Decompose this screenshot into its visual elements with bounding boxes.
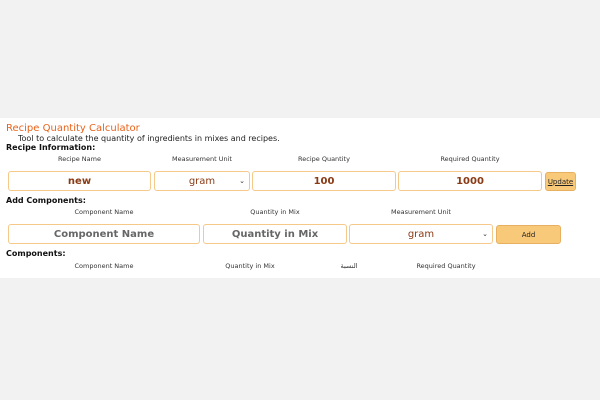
- recipe-unit-select[interactable]: gram ⌄: [154, 171, 250, 191]
- measurement-unit-label: Measurement Unit: [172, 155, 232, 163]
- calculator-panel: Recipe Quantity Calculator Tool to calcu…: [0, 118, 600, 278]
- recipe-unit-value: gram: [188, 175, 216, 187]
- recipe-quantity-label: Recipe Quantity: [298, 155, 350, 163]
- app-title: Recipe Quantity Calculator: [6, 123, 140, 134]
- chevron-down-icon: ⌄: [239, 177, 245, 185]
- components-heading: Components:: [6, 249, 66, 258]
- quantity-in-mix-label: Quantity in Mix: [250, 208, 300, 216]
- app-description: Tool to calculate the quantity of ingred…: [18, 134, 280, 143]
- component-unit-value: gram: [407, 228, 435, 240]
- add-button[interactable]: Add: [496, 225, 561, 244]
- recipe-name-input[interactable]: new: [8, 171, 151, 191]
- column-header: Component Name: [74, 262, 134, 270]
- quantity-in-mix-input[interactable]: Quantity in Mix: [203, 224, 347, 244]
- chevron-down-icon: ⌄: [482, 230, 488, 238]
- component-unit-label: Measurement Unit: [391, 208, 451, 216]
- column-header: النسبة: [340, 262, 358, 270]
- recipe-name-label: Recipe Name: [58, 155, 101, 163]
- component-unit-select[interactable]: gram ⌄: [349, 224, 493, 244]
- component-name-label: Component Name: [74, 208, 134, 216]
- recipe-quantity-input[interactable]: 100: [252, 171, 396, 191]
- add-components-heading: Add Components:: [6, 196, 86, 205]
- required-quantity-label: Required Quantity: [440, 155, 500, 163]
- component-name-input[interactable]: Component Name: [8, 224, 200, 244]
- column-header: Required Quantity: [416, 262, 476, 270]
- required-quantity-input[interactable]: 1000: [398, 171, 542, 191]
- column-header: Quantity in Mix: [225, 262, 275, 270]
- recipe-info-heading: Recipe Information:: [6, 143, 96, 152]
- update-button[interactable]: Update: [545, 172, 576, 191]
